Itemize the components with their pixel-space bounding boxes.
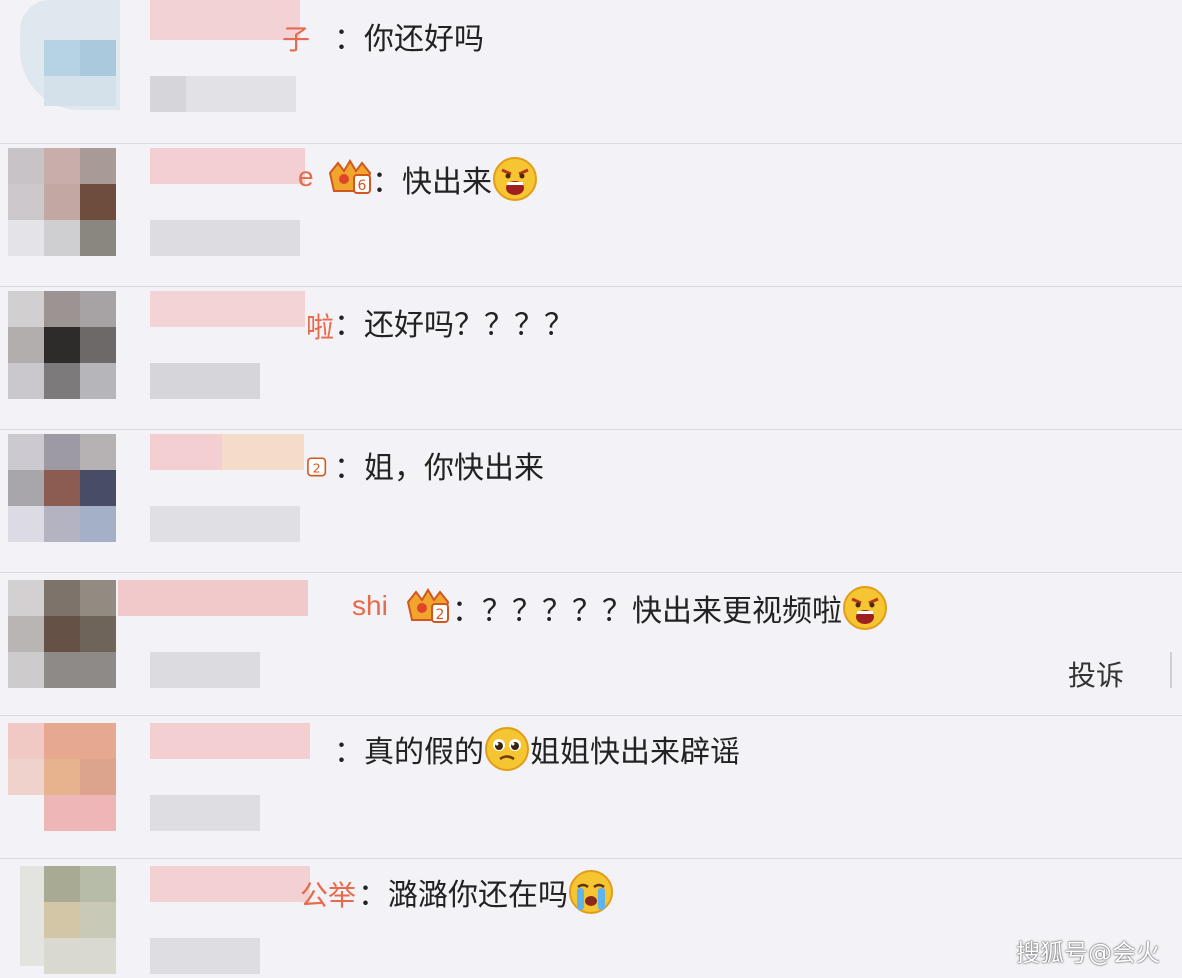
comment-row-4: 2 ：姐，你快出来	[0, 429, 1182, 573]
nickname[interactable]: 子	[282, 18, 310, 58]
nickname[interactable]: 啦	[306, 306, 334, 346]
report-button[interactable]: 投诉	[1068, 654, 1124, 694]
comment-row-5: shi 2 ：？？？？？快出来更视频啦 投诉	[0, 572, 1182, 716]
divider	[1170, 652, 1172, 688]
avatar-pixelated	[0, 572, 310, 715]
avatar-pixelated	[0, 429, 310, 572]
vip-crown-badge-icon: 6	[328, 159, 372, 194]
svg-text:6: 6	[358, 178, 367, 194]
avatar-pixelated	[0, 858, 310, 978]
avatar-pixelated	[0, 715, 310, 858]
avatar-pixelated	[0, 0, 310, 143]
nickname[interactable]: shi	[352, 590, 388, 622]
watermark: 搜狐号@会火	[1016, 939, 1160, 967]
vip-crown-badge-icon: 2	[406, 588, 450, 623]
comment-row-3: 啦 ：还好吗？？？？	[0, 286, 1182, 430]
comment-text: ：姐，你快出来	[334, 451, 544, 486]
comment-text: ：还好吗？？？？	[334, 308, 574, 343]
nickname[interactable]: e	[298, 161, 314, 193]
comment-row-6: ：真的假的 姐姐快出来辟谣	[0, 715, 1182, 859]
avatar-pixelated	[0, 286, 310, 429]
comment-text: ：潞潞你还在吗	[358, 870, 614, 914]
comment-text: ：快出来	[372, 157, 538, 201]
comment-text: ：你还好吗	[334, 22, 484, 57]
pleading-face-icon	[485, 727, 529, 771]
comment-text: ：真的假的 姐姐快出来辟谣	[334, 727, 740, 771]
avatar-pixelated	[0, 143, 310, 286]
vip-crown-badge-icon: 2	[307, 457, 327, 477]
svg-text:2: 2	[436, 607, 445, 623]
angry-face-icon	[493, 157, 537, 201]
nickname[interactable]: 公举	[300, 874, 356, 914]
angry-face-icon	[843, 586, 887, 630]
comment-row-2: e 6 ：快出来	[0, 143, 1182, 287]
comment-row-7: 公举 ：潞潞你还在吗	[0, 858, 1182, 978]
comment-row-1: 子 ：你还好吗	[0, 0, 1182, 144]
comment-text: ：？？？？？快出来更视频啦	[452, 586, 888, 630]
crying-face-icon	[569, 870, 613, 914]
svg-text:2: 2	[313, 461, 321, 476]
